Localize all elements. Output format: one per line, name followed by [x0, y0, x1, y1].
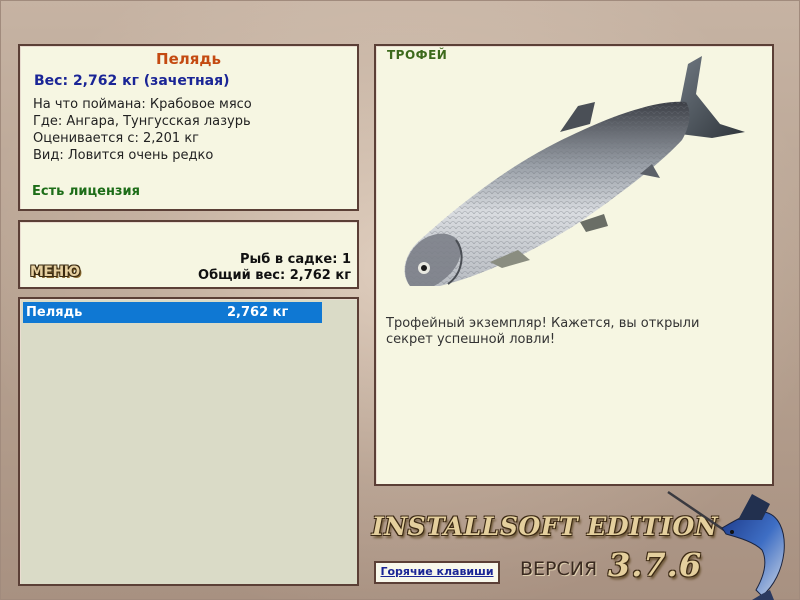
fish-name-title: Пелядь [156, 50, 221, 68]
fish-info-panel: Пелядь Вес: 2,762 кг (зачетная) На что п… [18, 44, 359, 211]
catch-weight: 2,762 кг [227, 305, 289, 320]
whitefish-peled-image [404, 56, 745, 287]
fish-weight: Вес: 2,762 кг (зачетная) [34, 73, 230, 89]
catch-name: Пелядь [26, 305, 83, 320]
keepnet-stats: Рыб в садке: 1 Общий вес: 2,762 кг [198, 252, 351, 284]
marlin-logo-icon [667, 490, 785, 600]
list-item[interactable]: Пелядь 2,762 кг [23, 302, 322, 323]
license-status: Есть лицензия [32, 184, 140, 199]
bait-line: На что поймана: Крабовое мясо [33, 97, 252, 112]
fish-count: Рыб в садке: 1 [239, 252, 351, 267]
total-weight: Общий вес: 2,762 кг [198, 268, 351, 283]
location-line: Где: Ангара, Тунгусская лазурь [33, 114, 251, 129]
trophy-panel: ТРОФЕЙ Трофейный экземпляр! Кажется, вы … [374, 44, 774, 486]
catch-list-panel: Пелядь 2,762 кг [18, 297, 359, 586]
hotkeys-button[interactable]: Горячие клавиши [374, 561, 500, 584]
rarity-line: Вид: Ловится очень редко [33, 148, 214, 163]
keepnet-summary-panel: МЕНЮ Рыб в садке: 1 Общий вес: 2,762 кг [18, 220, 359, 289]
version-label: ВЕРСИЯ [520, 558, 598, 580]
fish-details: На что поймана: Крабовое мясо Где: Ангар… [33, 96, 252, 164]
rated-from-line: Оценивается с: 2,201 кг [33, 131, 200, 146]
menu-button[interactable]: МЕНЮ [30, 264, 80, 280]
trophy-description: Трофейный экземпляр! Кажется, вы открыли… [386, 316, 700, 347]
